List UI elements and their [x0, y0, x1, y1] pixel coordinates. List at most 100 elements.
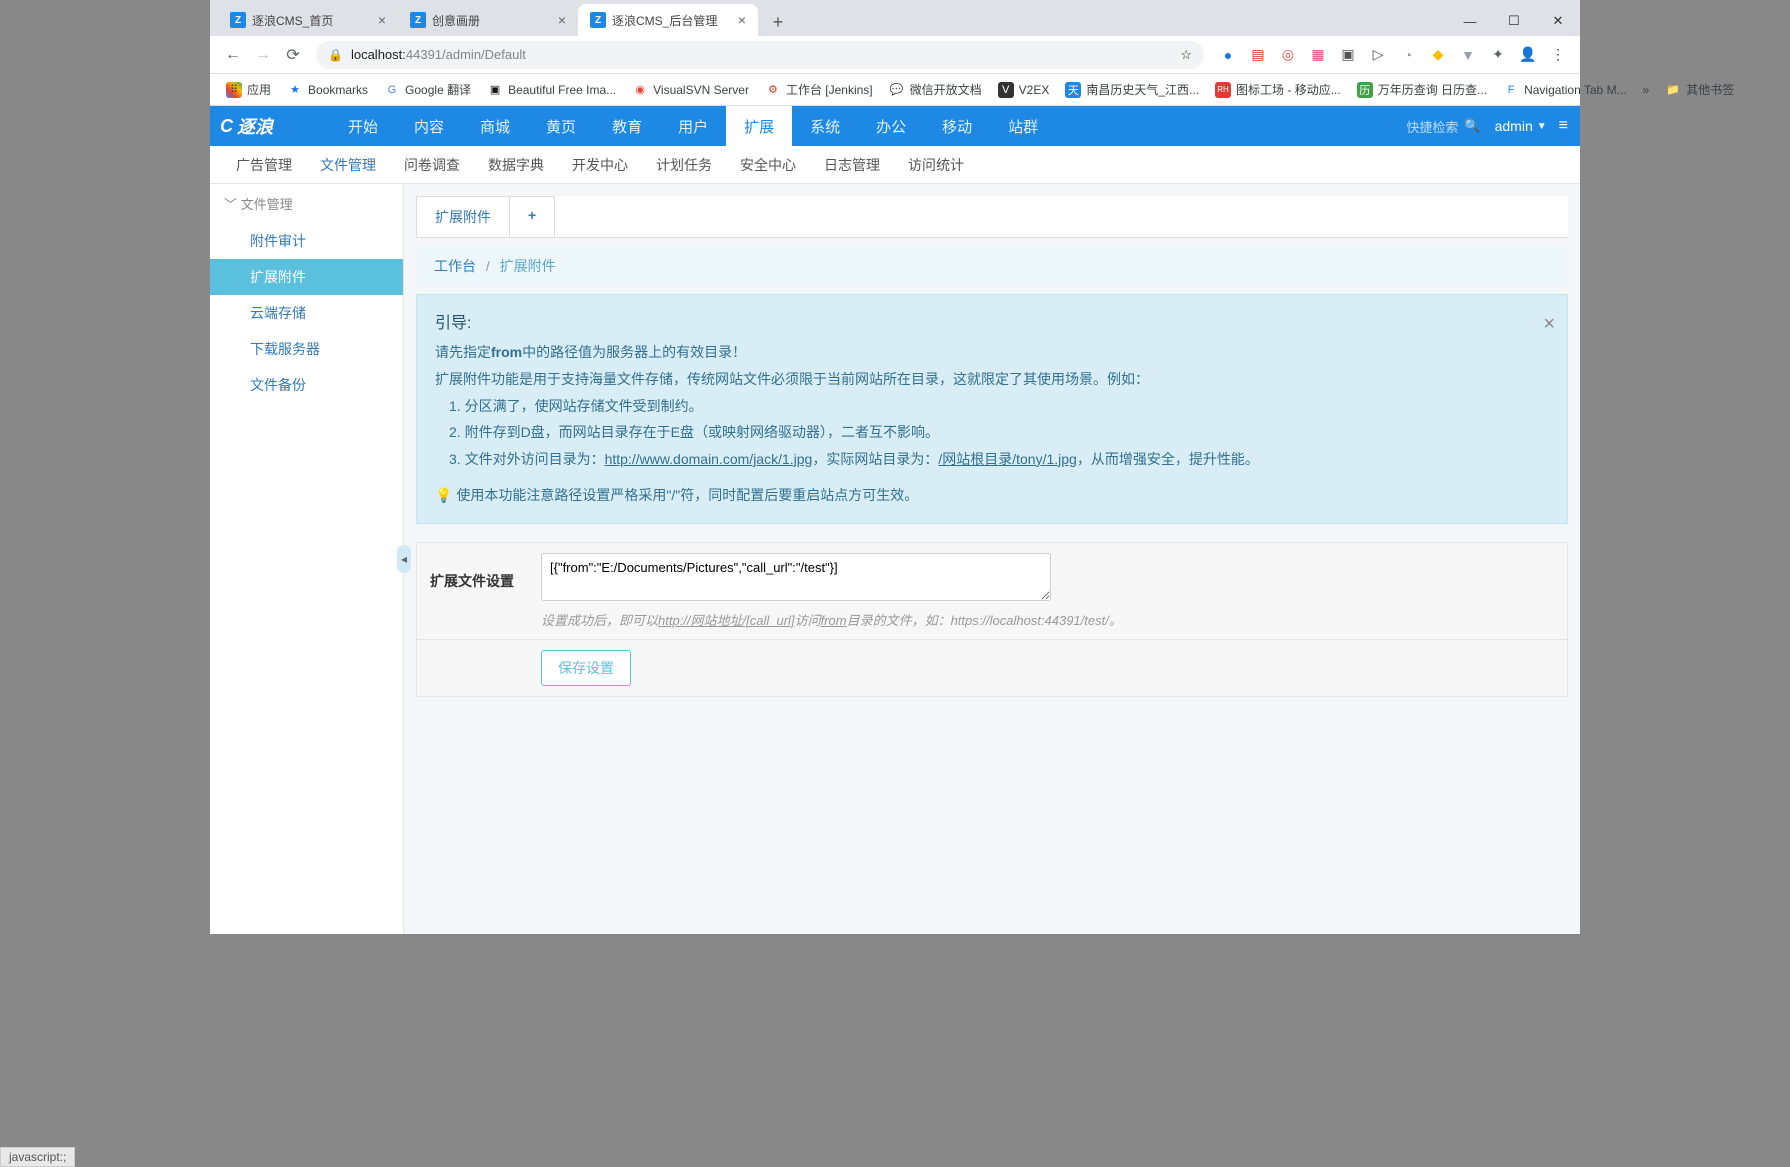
bookmarks-overflow[interactable]: »	[1635, 77, 1658, 103]
profile-icon[interactable]: 👤	[1514, 41, 1542, 69]
subnav-survey[interactable]: 问卷调查	[390, 155, 474, 175]
sidebar-collapse-button[interactable]: ◂	[397, 545, 411, 573]
sidebar: ﹀ 文件管理 附件审计 扩展附件 云端存储 下载服务器 文件备份	[210, 184, 404, 934]
nav-office[interactable]: 办公	[858, 106, 924, 146]
settings-form: 扩展文件设置 设置成功后，即可以http://网站地址/[call_url]访问…	[416, 542, 1568, 697]
back-button[interactable]: ←	[218, 40, 248, 70]
bookmark-item[interactable]: RH图标工场 - 移动应...	[1207, 77, 1349, 103]
subnav-log[interactable]: 日志管理	[810, 155, 894, 175]
sidebar-item-cloud[interactable]: 云端存储	[210, 295, 403, 331]
user-menu[interactable]: admin▼	[1495, 118, 1547, 134]
bookmark-icon: F	[1503, 82, 1519, 98]
browser-tab[interactable]: Z 逐浪CMS_首页 ×	[218, 4, 398, 36]
alert-line: 扩展附件功能是用于支持海量文件存储，传统网站文件必须限于当前网站所在目录，这就限…	[435, 366, 1549, 393]
subnav-task[interactable]: 计划任务	[642, 155, 726, 175]
ext-icon[interactable]: ▷	[1364, 41, 1392, 69]
maximize-button[interactable]: ☐	[1492, 6, 1536, 36]
favicon-icon: Z	[410, 12, 426, 28]
nav-content[interactable]: 内容	[396, 106, 462, 146]
alert-link[interactable]: http://www.domain.com/jack/1.jpg	[605, 451, 813, 467]
hint-link[interactable]: http://网站地址/[call_url]	[658, 613, 795, 628]
browser-tab-active[interactable]: Z 逐浪CMS_后台管理 ×	[578, 4, 758, 36]
apps-shortcut[interactable]: ⠿应用	[218, 77, 279, 103]
bookmark-item[interactable]: VV2EX	[990, 77, 1058, 103]
ext-icon[interactable]: ▦	[1304, 41, 1332, 69]
close-icon[interactable]: ×	[738, 12, 746, 28]
close-window-button[interactable]: ✕	[1536, 6, 1580, 36]
bookmark-item[interactable]: 💬微信开放文档	[881, 77, 990, 103]
nav-sites[interactable]: 站群	[990, 106, 1056, 146]
minimize-button[interactable]: —	[1448, 6, 1492, 36]
nav-system[interactable]: 系统	[792, 106, 858, 146]
bookmark-item[interactable]: ◉VisualSVN Server	[624, 77, 757, 103]
alert-close-button[interactable]: ×	[1543, 305, 1555, 343]
sidebar-item-backup[interactable]: 文件备份	[210, 367, 403, 403]
reload-button[interactable]: ⟳	[278, 40, 308, 70]
alert-line: 2. 附件存到D盘，而网站目录存在于E盘（或映射网络驱动器），二者互不影响。	[435, 419, 1549, 446]
window-controls: — ☐ ✕	[1448, 6, 1580, 36]
crumb-home[interactable]: 工作台	[434, 258, 476, 274]
ext-file-config-input[interactable]	[541, 553, 1051, 601]
nav-edu[interactable]: 教育	[594, 106, 660, 146]
bookmark-icon: 历	[1357, 82, 1373, 98]
subnav-dict[interactable]: 数据字典	[474, 155, 558, 175]
subnav-security[interactable]: 安全中心	[726, 155, 810, 175]
puzzle-icon[interactable]: ✦	[1484, 41, 1512, 69]
sidebar-item-ext-attach[interactable]: 扩展附件	[210, 259, 403, 295]
ext-icon[interactable]: ◔	[1394, 41, 1422, 69]
nav-mall[interactable]: 商城	[462, 106, 528, 146]
browser-tab[interactable]: Z 创意画册 ×	[398, 4, 578, 36]
bookmark-item[interactable]: ★Bookmarks	[279, 77, 376, 103]
ext-icon[interactable]: ▤	[1244, 41, 1272, 69]
sidebar-item-audit[interactable]: 附件审计	[210, 223, 403, 259]
crumb-current: 扩展附件	[500, 258, 556, 274]
sidebar-item-download[interactable]: 下载服务器	[210, 331, 403, 367]
bookmark-item[interactable]: 历万年历查询 日历查...	[1349, 77, 1495, 103]
alert-line: 3. 文件对外访问目录为：http://www.domain.com/jack/…	[435, 446, 1549, 473]
logo[interactable]: C逐浪	[210, 106, 330, 146]
bookmark-item[interactable]: FNavigation Tab M...	[1495, 77, 1635, 103]
bookmark-icon: 💬	[889, 82, 905, 98]
alert-link[interactable]: /网站根目录/tony/1.jpg	[938, 451, 1077, 467]
subnav-file[interactable]: 文件管理	[306, 155, 390, 175]
star-icon[interactable]: ☆	[1180, 47, 1192, 63]
quick-search[interactable]: 快捷检索🔍	[1406, 117, 1480, 136]
status-bar: javascript:;	[0, 1147, 75, 1167]
favicon-icon: Z	[590, 12, 606, 28]
tab-title: 逐浪CMS_首页	[252, 12, 372, 29]
nav-user[interactable]: 用户	[660, 106, 726, 146]
close-icon[interactable]: ×	[558, 12, 566, 28]
bulb-icon: 💡	[435, 487, 452, 503]
ext-icon[interactable]: ▼	[1454, 41, 1482, 69]
bookmark-item[interactable]: GGoogle 翻译	[376, 77, 479, 103]
chevron-down-icon: ▼	[1537, 121, 1547, 132]
nav-extend[interactable]: 扩展	[726, 106, 792, 146]
other-bookmarks[interactable]: 📁其他书签	[1657, 77, 1742, 103]
bookmarks-bar: ⠿应用 ★Bookmarks GGoogle 翻译 ▣Beautiful Fre…	[210, 74, 1580, 106]
forward-button[interactable]: →	[248, 40, 278, 70]
tab-ext-attach[interactable]: 扩展附件	[416, 196, 510, 237]
bookmark-item[interactable]: ▣Beautiful Free Ima...	[479, 77, 624, 103]
ext-icon[interactable]: ●	[1214, 41, 1242, 69]
nav-yellow[interactable]: 黄页	[528, 106, 594, 146]
nav-mobile[interactable]: 移动	[924, 106, 990, 146]
bookmark-item[interactable]: ⚙工作台 [Jenkins]	[757, 77, 881, 103]
address-bar[interactable]: 🔒 localhost:44391/admin/Default ☆	[316, 41, 1204, 69]
subnav-dev[interactable]: 开发中心	[558, 155, 642, 175]
menu-icon[interactable]: ⋮	[1544, 41, 1572, 69]
close-icon[interactable]: ×	[378, 12, 386, 28]
nav-start[interactable]: 开始	[330, 106, 396, 146]
save-button[interactable]: 保存设置	[541, 650, 631, 686]
url-host: localhost:	[351, 47, 406, 62]
ext-icon[interactable]: ◆	[1424, 41, 1452, 69]
ext-icon[interactable]: ▣	[1334, 41, 1362, 69]
tab-add-button[interactable]: +	[509, 196, 555, 237]
subnav-stats[interactable]: 访问统计	[894, 155, 978, 175]
new-tab-button[interactable]: +	[764, 8, 792, 36]
bookmark-icon: 天	[1065, 82, 1081, 98]
subnav-ad[interactable]: 广告管理	[222, 155, 306, 175]
bookmark-item[interactable]: 天南昌历史天气_江西...	[1057, 77, 1207, 103]
hamburger-icon[interactable]: ≡	[1559, 117, 1568, 135]
sidebar-header[interactable]: ﹀ 文件管理	[210, 184, 403, 223]
ext-icon[interactable]: ◎	[1274, 41, 1302, 69]
